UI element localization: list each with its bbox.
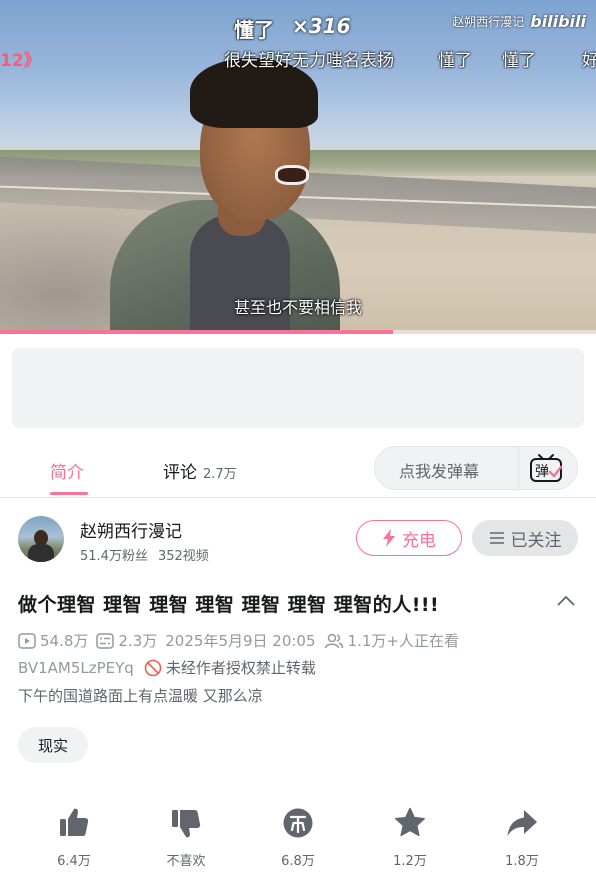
video-progress-bar[interactable] (0, 330, 596, 334)
uploader-name[interactable]: 赵朔西行漫记 (80, 517, 182, 542)
thumbs-down-icon (172, 810, 201, 838)
bilibili-logo-icon: bilibili (530, 12, 586, 31)
danmaku-line: 很失望好无力嗤名表扬 (224, 51, 394, 71)
danmaku-input-placeholder: 点我发弹幕 (399, 462, 480, 481)
video-title: 做个理智 理智 理智 理智 理智 理智 理智的人!!! (18, 594, 440, 616)
person-mouth (275, 165, 309, 185)
share-button[interactable]: 1.8万 (482, 806, 562, 869)
danmaku-toggle-icon[interactable]: 弹 (528, 452, 564, 484)
danmaku-stat: 2.3万 (96, 630, 157, 651)
uploader-fans: 51.4万粉丝 (80, 549, 148, 564)
banner-placeholder (12, 348, 584, 428)
danmaku-line: 懂了 (502, 51, 536, 71)
avatar-body (28, 544, 54, 562)
share-count: 1.8万 (505, 854, 539, 869)
coin-button[interactable]: 6.8万 (258, 806, 338, 869)
video-subtitle: 甚至也不要相信我 (233, 298, 362, 317)
danmaku-combo-count: ×316 (292, 14, 351, 38)
danmaku-icon-glyph: 弹 (535, 464, 549, 480)
dislike-label: 不喜欢 (166, 854, 206, 869)
danmaku-combo-text: 懂了 (234, 18, 274, 42)
tab-comments-label: 评论 (163, 463, 197, 483)
danmaku-line: 懂了 (438, 51, 472, 71)
views-count: 54.8万 (40, 632, 89, 650)
video-watermark: 赵朔西行漫记 bilibili (452, 12, 586, 31)
watching-count: 1.1万+人正在看 (347, 632, 459, 650)
charge-button[interactable]: 充电 (356, 520, 462, 556)
bvid: BV1AM5LzPEYq (18, 658, 134, 677)
menu-lines-icon (489, 532, 504, 544)
danmaku-divider (518, 447, 519, 491)
follow-button-label: 已关注 (510, 530, 562, 551)
danmaku-count: 2.3万 (118, 632, 158, 650)
views-stat: 54.8万 (18, 630, 88, 651)
watermark-uploader: 赵朔西行漫记 (452, 15, 525, 29)
tab-comments[interactable]: 评论 2.7万 (163, 458, 237, 483)
thumbs-up-icon (60, 808, 89, 836)
danmaku-toggle-icon-svg: 弹 (530, 454, 563, 482)
favorite-count: 1.2万 (393, 854, 427, 869)
play-count-icon (18, 632, 36, 649)
dislike-button[interactable]: 不喜欢 (146, 806, 226, 869)
like-button[interactable]: 6.4万 (34, 806, 114, 869)
danmaku-line: 好 (582, 51, 596, 71)
favorite-button[interactable]: 1.2万 (370, 806, 450, 869)
bvid-row: BV1AM5LzPEYq 未经作者授权禁止转载 (18, 657, 316, 678)
tab-comments-count: 2.7万 (203, 467, 237, 482)
publish-date: 2025年5月9日 20:05 (165, 632, 316, 650)
star-icon (395, 807, 425, 837)
lightning-icon (383, 529, 395, 547)
coin-count: 6.8万 (281, 854, 315, 869)
action-bar: 6.4万 不喜欢 6.8万 1.2万 1.8万 (0, 806, 596, 876)
follow-button[interactable]: 已关注 (472, 520, 578, 556)
uploader-videos: 352视频 (157, 549, 209, 564)
no-repost-text: 未经作者授权禁止转载 (165, 659, 316, 677)
video-progress-fill (0, 330, 394, 334)
watching-stat: 1.1万+人正在看 (324, 630, 459, 651)
avatar[interactable] (18, 516, 64, 562)
tab-active-indicator (50, 492, 88, 495)
video-meta: 54.8万 2.3万 2025年5月9日 20:05 1.1万+人正在看 (18, 630, 459, 651)
people-icon (324, 633, 343, 648)
charge-button-label: 充电 (402, 530, 436, 551)
chevron-up-icon[interactable] (556, 594, 576, 608)
video-person (110, 50, 340, 334)
forbidden-icon (144, 659, 162, 676)
danmaku-left-tag: 12》 (0, 51, 41, 71)
no-repost-notice: 未经作者授权禁止转载 (144, 657, 316, 678)
uploader-stats: 51.4万粉丝 352视频 (80, 545, 209, 564)
coin-icon (283, 808, 313, 838)
video-player[interactable]: 懂了 ×316 很失望好无力嗤名表扬 懂了 懂了 好 12》 赵朔西行漫记 bi… (0, 0, 596, 334)
danmaku-count-icon (96, 632, 115, 649)
tag-chip[interactable]: 现实 (18, 727, 89, 763)
tab-intro[interactable]: 简介 (50, 458, 84, 483)
video-description: 下午的国道路面上有点温暖 又那么凉 (18, 687, 263, 705)
share-arrow-icon (507, 810, 537, 836)
like-count: 6.4万 (57, 854, 91, 869)
